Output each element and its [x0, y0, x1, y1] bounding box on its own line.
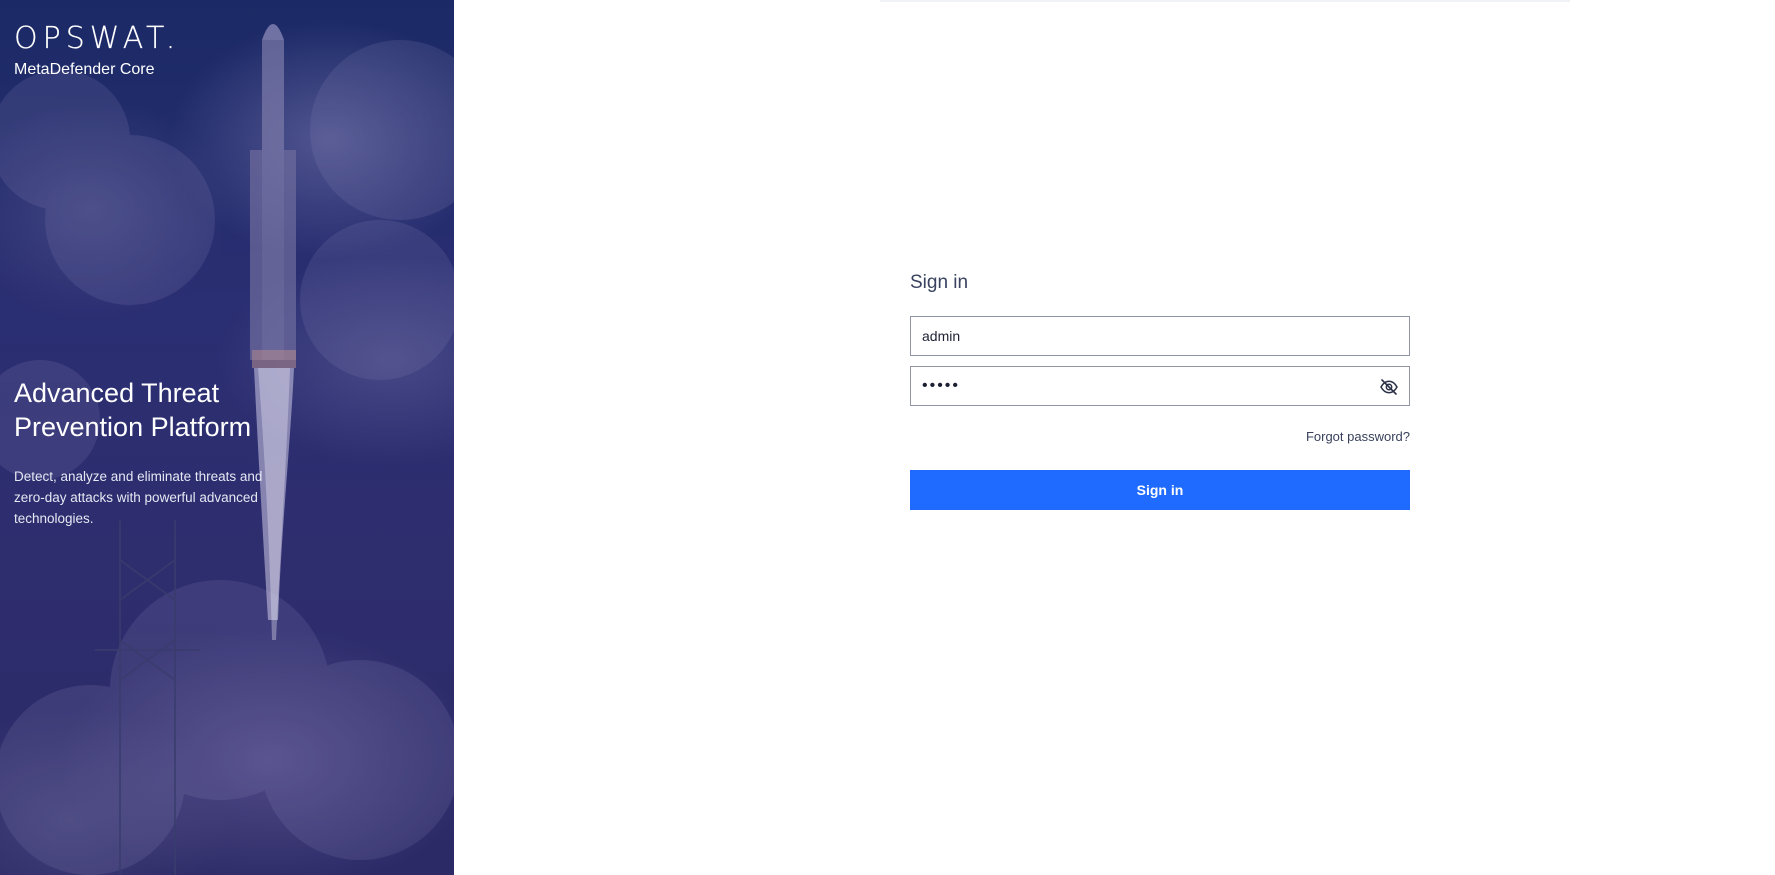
- signin-button[interactable]: Sign in: [910, 470, 1410, 510]
- hero-description: Detect, analyze and eliminate threats an…: [14, 469, 263, 526]
- username-input[interactable]: [911, 317, 1409, 355]
- eye-off-icon[interactable]: [1379, 377, 1399, 397]
- login-page: OPSWAT. MetaDefender Core Advanced Threa…: [0, 0, 1775, 875]
- opswat-logo: OPSWAT.: [14, 21, 181, 56]
- forgot-password-link[interactable]: Forgot password?: [1306, 429, 1410, 444]
- forgot-password-row: Forgot password?: [910, 428, 1410, 446]
- product-name: MetaDefender Core: [14, 61, 155, 78]
- password-input[interactable]: [911, 367, 1409, 405]
- username-field: [910, 316, 1410, 356]
- password-field: [910, 366, 1410, 406]
- brand: OPSWAT. MetaDefender Core: [14, 21, 181, 80]
- top-divider: [880, 0, 1570, 2]
- hero-panel: OPSWAT. MetaDefender Core Advanced Threa…: [0, 0, 454, 875]
- signin-form: Sign in Forgot password? Sign in: [910, 270, 1410, 510]
- hero-title: Advanced Threat Prevention Platform: [14, 378, 252, 442]
- signin-title: Sign in: [910, 272, 969, 293]
